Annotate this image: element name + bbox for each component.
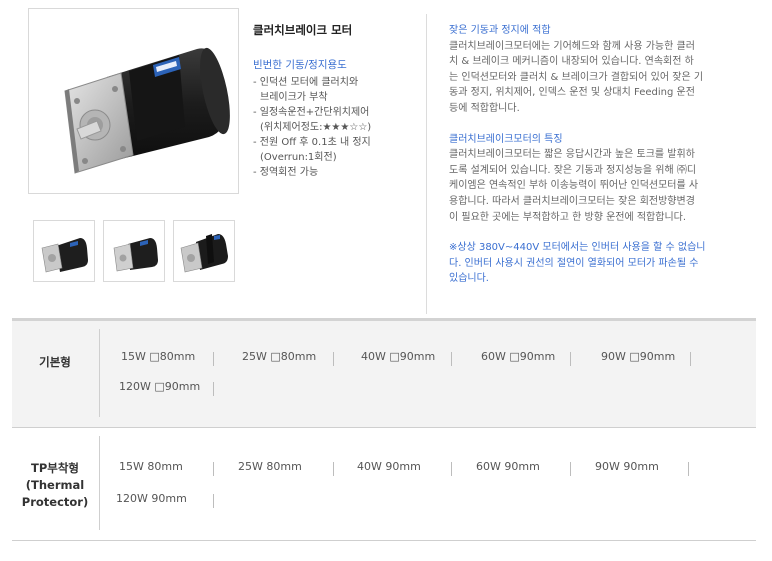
item-separator (333, 462, 334, 476)
spec-item[interactable]: 90W 90mm (595, 460, 659, 473)
row-label-basic: 기본형 (39, 354, 71, 369)
item-separator (213, 352, 214, 366)
feature-item: 브레이크가 부착 (260, 92, 328, 103)
product-description: 잦은 기동과 정지에 적합 클러치브레이크모터에는 기어헤드와 함께 사용 가능… (449, 23, 749, 287)
feature-item: - 일정속운전+간단위치제어 (253, 107, 370, 118)
row-label-tp: TP부착형 (Thermal Protector) (12, 456, 98, 514)
spec-row-tp: TP부착형 (Thermal Protector) 15W 80mm 25W 8… (12, 428, 756, 540)
vertical-divider (426, 14, 427, 314)
product-info: 클러치브레이크 모터 빈번한 기동/정지용도 - 인덕션 모터에 클러치와 브레… (253, 22, 413, 180)
tp-label-line: (Thermal (25, 477, 85, 492)
item-separator (451, 462, 452, 476)
row-rule (12, 540, 756, 541)
item-separator (213, 462, 214, 476)
spec-item[interactable]: 90W □90mm (601, 350, 675, 363)
row-divider (99, 329, 100, 417)
use-title: 빈번한 기동/정지용도 (253, 59, 347, 71)
item-separator (333, 352, 334, 366)
feature-item: - 전원 Off 후 0.1초 내 정지 (253, 137, 371, 148)
item-separator (451, 352, 452, 366)
feature-list: - 인덕션 모터에 클러치와 브레이크가 부착 - 일정속운전+간단위치제어 (… (253, 75, 413, 180)
spec-item[interactable]: 40W 90mm (357, 460, 421, 473)
section2-line: 도록 설계되어 있습니다. 잦은 기동과 정지성능을 위해 ㈜디 (449, 164, 697, 176)
notice-line: ※상상 380V~440V 모터에서는 인버터 사용을 할 수 없습니 (449, 242, 706, 254)
section2-line: 용합니다. 따라서 클러치브레이크모터는 잦은 회전방향변경 (449, 195, 695, 207)
spec-row-basic: 기본형 15W □80mm 25W □80mm 40W □90mm 60W □9… (12, 321, 756, 427)
product-title: 클러치브레이크 모터 (253, 23, 353, 37)
spec-item[interactable]: 25W □80mm (242, 350, 316, 363)
item-separator (570, 352, 571, 366)
feature-item: (위치제어정도:★★★☆☆) (260, 122, 372, 133)
section1-line: 치 & 브레이크 메커니즘이 내장되어 있습니다. 연속회전 하 (449, 56, 694, 68)
spec-item[interactable]: 40W □90mm (361, 350, 435, 363)
spec-item[interactable]: 60W 90mm (476, 460, 540, 473)
section2-title: 클러치브레이크모터의 특징 (449, 133, 563, 145)
spec-item[interactable]: 60W □90mm (481, 350, 555, 363)
spec-item[interactable]: 120W 90mm (116, 492, 187, 505)
spec-item[interactable]: 120W □90mm (119, 380, 200, 393)
section1-line: 클러치브레이크모터에는 기어헤드와 함께 사용 가능한 클러 (449, 40, 695, 52)
thumbnail-3[interactable] (173, 220, 235, 282)
clutch-brake-motor-photo (64, 47, 230, 174)
section2-line: 클러치브레이크모터는 짧은 응답시간과 높은 토크를 발휘하 (449, 149, 695, 161)
item-separator (213, 382, 214, 396)
feature-item: (Overrun:1회전) (260, 152, 337, 163)
section1-line: 동과 정지, 위치제어, 인덱스 운전 및 상대치 Feeding 운전 (449, 87, 695, 99)
thumbnail-1[interactable] (33, 220, 95, 282)
item-separator (570, 462, 571, 476)
feature-item: - 인덕션 모터에 클러치와 (253, 77, 359, 88)
thumbnail-2[interactable] (103, 220, 165, 282)
spec-item[interactable]: 15W □80mm (121, 350, 195, 363)
spec-item[interactable]: 15W 80mm (119, 460, 183, 473)
motor-thumbnail-2-icon (113, 238, 158, 272)
main-product-photo (28, 8, 239, 194)
item-separator (688, 462, 689, 476)
section2-line: 케이엠은 연속적인 부하 이송능력이 뛰어난 인덕션모터를 사 (449, 180, 699, 192)
section2-line: 이 필요한 곳에는 부적합하고 한 방향 운전에 적합합니다. (449, 211, 687, 223)
notice-line: 다. 인버터 사용시 권선의 절연이 열화되어 모터가 파손될 수 (449, 257, 699, 269)
motor-thumbnail-3-icon (180, 234, 228, 273)
feature-item: - 정역회전 가능 (253, 167, 319, 178)
thumbnail-strip (33, 220, 235, 282)
section1-title: 잦은 기동과 정지에 적합 (449, 25, 551, 36)
tp-label-line: Protector) (21, 494, 89, 509)
item-separator (213, 494, 214, 508)
section1-line: 등에 적합합니다. (449, 102, 520, 114)
section1-line: 는 인덕션모터와 클러치 & 브레이크가 결합되어 있어 잦은 기 (449, 71, 704, 83)
tp-label-line: TP부착형 (30, 460, 79, 475)
notice-line: 있습니다. (449, 273, 489, 285)
spec-item[interactable]: 25W 80mm (238, 460, 302, 473)
item-separator (690, 352, 691, 366)
row-divider (99, 436, 100, 530)
motor-thumbnail-1-icon (41, 238, 88, 273)
